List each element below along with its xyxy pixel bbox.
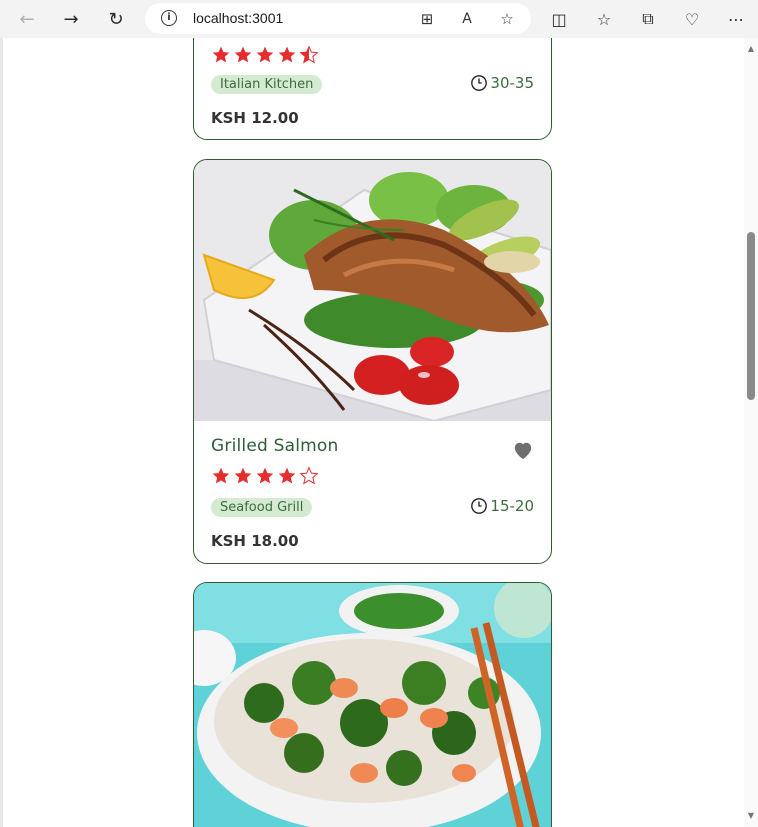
star-full-icon bbox=[212, 467, 230, 484]
forward-icon[interactable]: → bbox=[57, 5, 85, 33]
more-icon[interactable]: ⋯ bbox=[722, 5, 750, 33]
scroll-up-icon[interactable]: ▲ bbox=[746, 44, 756, 54]
heart-icon[interactable] bbox=[512, 440, 534, 460]
browser-essentials-icon[interactable]: ♡ bbox=[678, 5, 706, 33]
window-edge bbox=[0, 38, 3, 827]
dish-image bbox=[194, 583, 551, 827]
star-full-icon bbox=[256, 46, 274, 63]
vertical-scrollbar[interactable]: ▲ ▼ bbox=[744, 38, 758, 827]
prep-time-value: 15-20 bbox=[490, 497, 534, 515]
star-empty-icon bbox=[299, 466, 319, 485]
cuisine-tag: Italian Kitchen bbox=[211, 75, 323, 94]
info-icon[interactable]: i bbox=[161, 10, 177, 26]
rating-stars bbox=[211, 45, 319, 65]
favorite-icon[interactable]: ☆ bbox=[496, 8, 518, 30]
star-full-icon bbox=[212, 46, 230, 63]
cuisine-tag: Seafood Grill bbox=[211, 498, 313, 517]
prep-time: 15-20 bbox=[470, 496, 534, 516]
dish-price: KSH 18.00 bbox=[211, 532, 299, 550]
apps-icon[interactable]: ⊞ bbox=[416, 8, 438, 30]
dish-image bbox=[194, 160, 551, 421]
address-bar[interactable]: i localhost:3001 ⊞ A ☆ bbox=[145, 3, 531, 34]
star-full-icon bbox=[256, 467, 274, 484]
star-full-icon bbox=[278, 46, 296, 63]
clock-icon bbox=[471, 75, 488, 91]
dish-card[interactable]: Grilled Salmon Seafood Grill 15-20 KSH 1… bbox=[193, 159, 552, 564]
refresh-icon[interactable]: ↻ bbox=[102, 5, 130, 33]
scroll-down-icon[interactable]: ▼ bbox=[746, 811, 756, 821]
star-full-icon bbox=[234, 467, 252, 484]
scrollbar-thumb[interactable] bbox=[747, 232, 755, 400]
back-icon[interactable]: ← bbox=[13, 5, 41, 33]
collections-icon[interactable]: ⧉ bbox=[634, 5, 662, 33]
read-aloud-icon[interactable]: A bbox=[456, 8, 478, 30]
favorites-icon[interactable]: ☆ bbox=[590, 5, 618, 33]
star-full-icon bbox=[278, 467, 296, 484]
browser-toolbar: ← → ↻ i localhost:3001 ⊞ A ☆ ◫ ☆ ⧉ ♡ ⋯ bbox=[0, 0, 758, 38]
star-full-icon bbox=[234, 46, 252, 63]
star-half-icon bbox=[299, 45, 319, 64]
dish-card[interactable]: Italian Kitchen 30-35 KSH 12.00 bbox=[193, 38, 552, 140]
dish-card[interactable] bbox=[193, 582, 552, 827]
clock-icon bbox=[471, 498, 488, 514]
url-text: localhost:3001 bbox=[193, 10, 284, 26]
page-viewport: Italian Kitchen 30-35 KSH 12.00 Grilled … bbox=[0, 38, 758, 827]
prep-time-value: 30-35 bbox=[490, 74, 534, 92]
rating-stars bbox=[211, 466, 319, 486]
prep-time: 30-35 bbox=[470, 73, 534, 93]
dish-title: Grilled Salmon bbox=[211, 436, 339, 456]
dish-price: KSH 12.00 bbox=[211, 109, 299, 127]
split-screen-icon[interactable]: ◫ bbox=[545, 5, 573, 33]
